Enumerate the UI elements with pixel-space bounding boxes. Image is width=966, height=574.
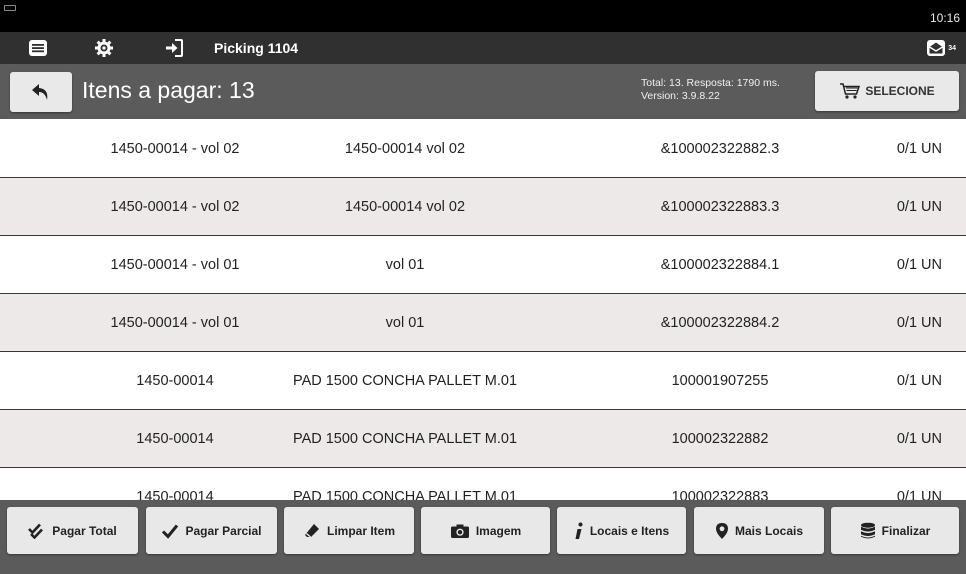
- image-label: Imagem: [475, 523, 522, 538]
- map-marker-icon: [715, 522, 728, 539]
- menu-button[interactable]: [18, 32, 58, 64]
- item-description: PAD 1500 CONCHA PALLET M.01: [292, 488, 518, 501]
- list-item[interactable]: 1450-00014 - vol 02 1450-00014 vol 02 &1…: [0, 178, 966, 236]
- item-description: vol 01: [385, 256, 425, 273]
- image-button[interactable]: Imagem: [421, 507, 550, 554]
- item-quantity: 0/1 UN: [896, 140, 942, 157]
- undo-arrow-icon: [32, 84, 48, 100]
- item-quantity: 0/1 UN: [896, 314, 942, 331]
- action-bar: Pagar Total Pagar Parcial Limpar Item Im…: [0, 500, 966, 574]
- back-button[interactable]: [10, 72, 72, 112]
- list-item[interactable]: 1450-00014 - vol 01 vol 01 &100002322884…: [0, 236, 966, 294]
- app-toolbar: Picking 1104 34: [0, 32, 966, 64]
- info-icon: [575, 522, 583, 539]
- item-quantity: 0/1 UN: [896, 372, 942, 389]
- clock: 10:16: [929, 11, 960, 25]
- item-description: 1450-00014 vol 02: [344, 198, 466, 215]
- more-locations-button[interactable]: Mais Locais: [694, 507, 824, 554]
- items-list: 1450-00014 - vol 02 1450-00014 vol 02 &1…: [0, 120, 966, 500]
- list-icon: [29, 40, 47, 56]
- finish-button[interactable]: Finalizar: [831, 507, 959, 554]
- eraser-icon: [304, 523, 319, 538]
- pay-partial-button[interactable]: Pagar Parcial: [146, 507, 277, 554]
- locations-items-label: Locais e Itens: [589, 523, 670, 538]
- item-barcode: &100002322883.3: [660, 198, 780, 215]
- item-quantity: 0/1 UN: [896, 488, 942, 501]
- item-quantity: 0/1 UN: [896, 198, 942, 215]
- list-item[interactable]: 1450-00014 - vol 01 vol 01 &100002322884…: [0, 294, 966, 352]
- envelope-icon: [927, 40, 946, 56]
- page-title: Picking 1104: [214, 40, 299, 56]
- system-status-bar: 10:16: [0, 0, 966, 32]
- items-to-pay-title: Itens a pagar: 13: [82, 77, 255, 103]
- item-barcode: 100002322883: [671, 488, 769, 501]
- item-code: 1450-00014 - vol 01: [110, 314, 240, 331]
- list-header: Itens a pagar: 13 Total: 13. Resposta: 1…: [0, 64, 966, 119]
- check-icon: [162, 524, 179, 539]
- gear-icon: [95, 39, 113, 57]
- sign-in-icon: [166, 39, 183, 57]
- item-description: PAD 1500 CONCHA PALLET M.01: [292, 430, 518, 447]
- pay-partial-label: Pagar Parcial: [185, 523, 262, 538]
- item-barcode: 100002322882: [671, 430, 769, 447]
- item-description: vol 01: [385, 314, 425, 331]
- item-description: 1450-00014 vol 02: [344, 140, 466, 157]
- item-barcode: &100002322884.1: [660, 256, 780, 273]
- item-code: 1450-00014 - vol 02: [110, 198, 240, 215]
- logout-button[interactable]: [154, 32, 194, 64]
- list-item[interactable]: 1450-00014 PAD 1500 CONCHA PALLET M.01 1…: [0, 410, 966, 468]
- item-code: 1450-00014: [136, 488, 214, 501]
- camera-icon: [450, 524, 469, 538]
- locations-items-button[interactable]: Locais e Itens: [557, 507, 686, 554]
- response-info: Total: 13. Resposta: 1790 ms. Version: 3…: [641, 77, 780, 103]
- item-code: 1450-00014 - vol 01: [110, 256, 240, 273]
- messages-button[interactable]: 34: [926, 32, 956, 64]
- more-locations-label: Mais Locais: [734, 523, 804, 538]
- select-button-label: SELECIONE: [865, 84, 935, 98]
- clear-item-label: Limpar Item: [326, 523, 395, 538]
- message-count: 34: [948, 44, 956, 52]
- database-icon: [860, 522, 875, 538]
- item-barcode: &100002322884.2: [660, 314, 780, 331]
- item-description: PAD 1500 CONCHA PALLET M.01: [292, 372, 518, 389]
- select-button[interactable]: SELECIONE: [815, 71, 959, 111]
- pay-total-label: Pagar Total: [52, 523, 117, 538]
- item-barcode: &100002322882.3: [660, 140, 780, 157]
- finish-label: Finalizar: [881, 523, 931, 538]
- item-quantity: 0/1 UN: [896, 256, 942, 273]
- cart-icon: [840, 83, 861, 99]
- list-item[interactable]: 1450-00014 - vol 02 1450-00014 vol 02 &1…: [0, 120, 966, 178]
- list-item[interactable]: 1450-00014 PAD 1500 CONCHA PALLET M.01 1…: [0, 468, 966, 500]
- item-barcode: 100001907255: [671, 372, 769, 389]
- item-code: 1450-00014: [136, 430, 214, 447]
- clear-item-button[interactable]: Limpar Item: [284, 507, 414, 554]
- version-text: Version: 3.9.8.22: [641, 90, 720, 102]
- settings-button[interactable]: [84, 32, 124, 64]
- double-check-icon: [28, 523, 44, 539]
- item-code: 1450-00014: [136, 372, 214, 389]
- response-total-text: Total: 13. Resposta: 1790 ms.: [641, 77, 780, 89]
- item-code: 1450-00014 - vol 02: [110, 140, 240, 157]
- keyboard-icon: [4, 5, 16, 11]
- pay-total-button[interactable]: Pagar Total: [7, 507, 138, 554]
- item-quantity: 0/1 UN: [896, 430, 942, 447]
- list-item[interactable]: 1450-00014 PAD 1500 CONCHA PALLET M.01 1…: [0, 352, 966, 410]
